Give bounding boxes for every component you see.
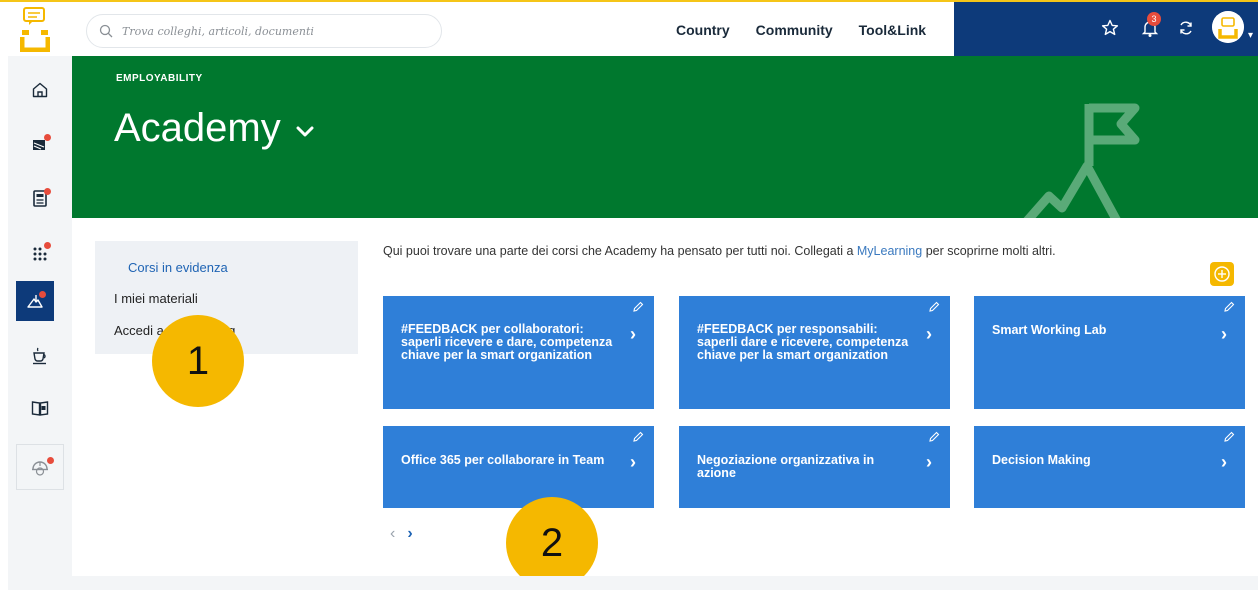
section-eyebrow: EMPLOYABILITY <box>116 73 203 84</box>
sidemenu-item-my-materials[interactable]: I miei materiali <box>114 291 198 306</box>
course-title: Negoziazione organizzativa in azione <box>697 453 875 480</box>
chevron-right-icon: › <box>630 324 636 344</box>
chevron-right-icon: › <box>926 324 932 344</box>
nav-community[interactable]: Community <box>756 22 833 38</box>
course-title: Decision Making <box>992 453 1091 467</box>
course-title: Office 365 per collaborare in Team <box>401 453 605 467</box>
carousel-pager: ‹ › <box>390 525 413 543</box>
document-dot <box>44 188 51 195</box>
course-card[interactable]: #FEEDBACK per responsabili: saperli dare… <box>679 296 950 409</box>
search-icon <box>99 24 113 38</box>
course-card[interactable]: Smart Working Lab › <box>974 296 1245 409</box>
add-button[interactable] <box>1210 262 1234 286</box>
pencil-icon[interactable] <box>1223 430 1235 448</box>
left-rail <box>8 56 72 576</box>
avatar[interactable] <box>1212 11 1244 43</box>
star-icon[interactable] <box>1100 18 1120 38</box>
pencil-icon[interactable] <box>928 300 940 318</box>
course-card[interactable]: Office 365 per collaborare in Team › <box>383 426 654 508</box>
apps-grid-icon[interactable] <box>16 232 64 272</box>
page-title: Academy <box>114 106 281 150</box>
chevron-right-icon: › <box>1221 452 1227 472</box>
chevron-right-icon: › <box>1221 324 1227 344</box>
course-card[interactable]: Negoziazione organizzativa in azione › <box>679 426 950 508</box>
app-logo[interactable] <box>19 6 51 53</box>
chevron-right-icon[interactable]: › <box>407 525 412 543</box>
course-card[interactable]: Decision Making › <box>974 426 1245 508</box>
top-nav: Country Community Tool&Link <box>676 22 926 38</box>
footer-strip <box>8 576 1258 590</box>
annotation-marker-1: 1 <box>152 315 244 407</box>
book-icon[interactable] <box>16 388 64 428</box>
search-input[interactable] <box>122 24 422 38</box>
pencil-icon[interactable] <box>632 430 644 448</box>
helmet-dot <box>47 457 54 464</box>
top-bar: Country Community Tool&Link 3 ▾ <box>0 0 1258 58</box>
pencil-icon[interactable] <box>928 430 940 448</box>
document-icon[interactable] <box>16 178 64 218</box>
academy-icon[interactable] <box>16 281 54 321</box>
refresh-icon[interactable] <box>1176 18 1196 38</box>
search-box[interactable] <box>86 14 442 48</box>
chevron-right-icon: › <box>926 452 932 472</box>
course-title: #FEEDBACK per collaboratori: saperli ric… <box>401 322 613 362</box>
safety-helmet-icon[interactable] <box>16 444 64 490</box>
pencil-icon[interactable] <box>632 300 644 318</box>
chevron-right-icon: › <box>630 452 636 472</box>
intro-text: Qui puoi trovare una parte dei corsi che… <box>383 244 1056 258</box>
mountain-flag-illustration <box>1017 96 1157 218</box>
chevron-down-icon[interactable]: ▾ <box>1248 30 1253 41</box>
page-title-dropdown[interactable]: Academy <box>114 106 315 151</box>
plus-circle-icon <box>1214 266 1230 282</box>
hero-banner: EMPLOYABILITY Academy <box>72 56 1258 218</box>
sidemenu-item-featured-courses[interactable]: Corsi in evidenza <box>128 260 228 275</box>
notification-badge: 3 <box>1147 12 1161 26</box>
home-icon[interactable] <box>16 70 64 110</box>
nav-country[interactable]: Country <box>676 22 730 38</box>
course-card[interactable]: #FEEDBACK per collaboratori: saperli ric… <box>383 296 654 409</box>
course-title: Smart Working Lab <box>992 323 1107 337</box>
news-dot <box>44 134 51 141</box>
academy-dot <box>39 291 46 298</box>
chevron-left-icon[interactable]: ‹ <box>390 525 395 543</box>
apps-dot <box>44 242 51 249</box>
course-title: #FEEDBACK per responsabili: saperli dare… <box>697 322 909 362</box>
news-icon[interactable] <box>16 124 64 164</box>
mylearning-link[interactable]: MyLearning <box>857 244 922 258</box>
nav-tool-link[interactable]: Tool&Link <box>859 22 926 38</box>
pencil-icon[interactable] <box>1223 300 1235 318</box>
chevron-down-icon <box>296 126 314 136</box>
bell-icon[interactable]: 3 <box>1140 12 1161 38</box>
coffee-icon[interactable] <box>16 336 64 376</box>
